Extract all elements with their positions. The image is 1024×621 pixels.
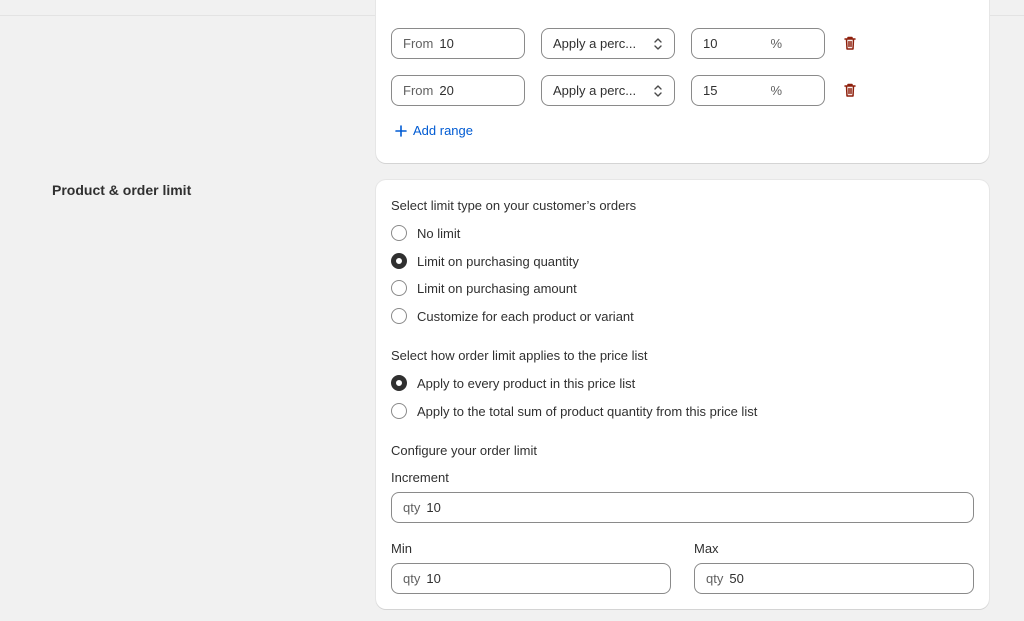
range-amount-input-2[interactable]: 15 % [691, 75, 825, 106]
min-value: 10 [426, 571, 441, 586]
radio-limit-quantity[interactable]: Limit on purchasing quantity [391, 253, 579, 269]
range-from-input-1[interactable]: From 10 [391, 28, 525, 59]
add-range-label: Add range [413, 123, 473, 138]
adjustment-select-value: Apply a perc... [553, 36, 637, 51]
increment-label: Increment [391, 470, 449, 485]
qty-prefix: qty [403, 500, 421, 515]
max-value: 50 [729, 571, 744, 586]
radio-circle [391, 280, 407, 296]
configure-label: Configure your order limit [391, 443, 537, 458]
section-title: Product & order limit [52, 182, 192, 198]
add-range-button[interactable]: Add range [395, 123, 473, 138]
radio-circle [391, 225, 407, 241]
adjustment-select-1[interactable]: Apply a perc... [541, 28, 675, 59]
max-label: Max [694, 541, 719, 556]
percent-suffix: % [770, 83, 782, 98]
radio-circle-selected [391, 253, 407, 269]
percent-suffix: % [770, 36, 782, 51]
radio-apply-every-product[interactable]: Apply to every product in this price lis… [391, 375, 635, 391]
radio-label: Limit on purchasing quantity [417, 253, 579, 269]
increment-value: 10 [426, 500, 441, 515]
select-chevron-icon [654, 38, 662, 50]
delete-range-icon[interactable] [842, 82, 858, 98]
radio-apply-total-sum[interactable]: Apply to the total sum of product quanti… [391, 403, 757, 419]
qty-prefix: qty [706, 571, 724, 586]
radio-label: Apply to the total sum of product quanti… [417, 403, 758, 419]
radio-label: Apply to every product in this price lis… [417, 375, 636, 391]
range-from-value: 20 [439, 83, 454, 98]
min-label: Min [391, 541, 412, 556]
radio-limit-amount[interactable]: Limit on purchasing amount [391, 280, 577, 296]
limit-type-label: Select limit type on your customer’s ord… [391, 198, 637, 213]
qty-prefix: qty [403, 571, 421, 586]
range-amount-input-1[interactable]: 10 % [691, 28, 825, 59]
increment-input[interactable]: qty 10 [391, 492, 974, 523]
range-amount-value: 10 [703, 36, 718, 51]
radio-circle [391, 403, 407, 419]
range-from-input-2[interactable]: From 20 [391, 75, 525, 106]
radio-label: Limit on purchasing amount [417, 280, 577, 296]
select-chevron-icon [654, 85, 662, 97]
range-from-prefix: From [403, 36, 434, 51]
adjustment-select-2[interactable]: Apply a perc... [541, 75, 675, 106]
radio-no-limit[interactable]: No limit [391, 225, 460, 241]
radio-circle-selected [391, 375, 407, 391]
adjustment-select-value: Apply a perc... [553, 83, 637, 98]
min-input[interactable]: qty 10 [391, 563, 671, 594]
order-limit-card [376, 180, 989, 609]
delete-range-icon[interactable] [842, 35, 858, 51]
radio-circle [391, 308, 407, 324]
radio-label: Customize for each product or variant [417, 308, 634, 324]
max-input[interactable]: qty 50 [694, 563, 974, 594]
range-amount-value: 15 [703, 83, 718, 98]
radio-customize[interactable]: Customize for each product or variant [391, 308, 634, 324]
radio-label: No limit [417, 225, 461, 241]
range-from-prefix: From [403, 83, 434, 98]
range-from-value: 10 [439, 36, 454, 51]
apply-label: Select how order limit applies to the pr… [391, 348, 648, 363]
plus-icon [395, 124, 407, 137]
